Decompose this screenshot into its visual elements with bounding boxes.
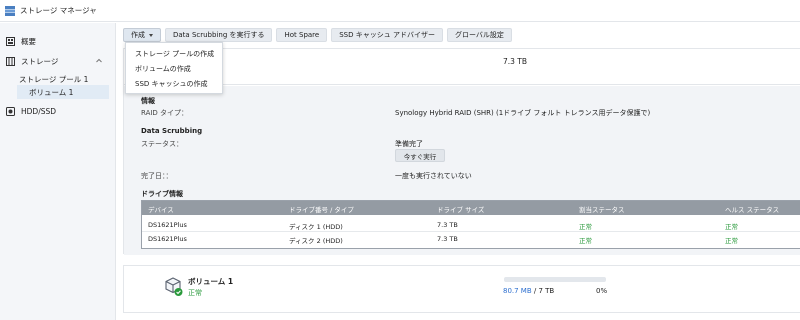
ssd-cache-advisor-button[interactable]: SSD キャッシュ アドバイザー [331,28,443,42]
details-section: 情報 RAID タイプ： Synology Hybrid RAID (SHR) … [124,86,800,255]
summary-strip: 7.3 TB [124,49,800,85]
create-dropdown-menu: ストレージ プールの作成 ボリュームの作成 SSD キャッシュの作成 [125,42,223,94]
title-bar: ストレージ マネージャ [0,0,800,22]
volume-status: 正常 [188,289,202,297]
sidebar-item-storage[interactable]: ストレージ [0,53,116,69]
sidebar-item-volume-1[interactable]: ボリューム 1 [17,85,109,99]
allocation-status-cell: 正常 [579,223,592,231]
app-title: ストレージ マネージャ [20,6,97,15]
device-cell: DS1621Plus [148,221,187,229]
column-header-drive-size[interactable]: ドライブ サイズ [437,204,484,214]
total-capacity: 7.3 TB [503,57,528,66]
allocation-status-cell: 正常 [579,237,592,245]
column-header-health-status[interactable]: ヘルス ステータス [725,204,779,214]
menu-item-create-ssd-cache[interactable]: SSD キャッシュの作成 [126,76,222,91]
volume-icon [164,276,184,298]
usage-progress-bar [504,277,606,282]
total-capacity-volume: 7 TB [538,287,555,295]
storage-detail-panel: 7.3 TB 情報 RAID タイプ： Synology Hybrid RAID… [123,48,800,255]
device-cell: DS1621Plus [148,235,187,243]
global-settings-button[interactable]: グローバル設定 [446,28,512,42]
caret-down-icon [149,33,153,37]
table-header: デバイス ドライブ番号 / タイプ ドライブ サイズ 割当ステータス ヘルス ス… [142,201,800,215]
create-button[interactable]: 作成 [123,28,161,42]
drive-info-title: ドライブ情報 [141,190,183,198]
data-scrubbing-button[interactable]: Data Scrubbing を実行する [165,28,273,42]
completed-date-value: 一度も実行されていない [395,172,472,180]
usage-percent: 0% [596,287,608,295]
scrubbing-title: Data Scrubbing [141,127,203,135]
scrub-status-label: ステータス： [141,140,183,148]
volume-card[interactable]: ボリューム 1 正常 80.7 MB / 7 TB 0% [123,265,800,313]
sidebar: 概要 ストレージ ストレージ プール 1 ボリューム 1 HDD/SSD [0,23,116,320]
column-header-drive-number[interactable]: ドライブ番号 / タイプ [289,204,354,214]
sidebar-item-label: ボリューム 1 [29,87,74,97]
sidebar-item-overview[interactable]: 概要 [0,33,116,49]
run-now-button[interactable]: 今すぐ実行 [395,149,445,162]
storage-manager-icon [4,5,16,17]
storage-icon [6,56,15,66]
sidebar-item-label: HDD/SSD [21,106,57,116]
drive-size-cell: 7.3 TB [437,235,458,243]
column-header-allocation-status[interactable]: 割当ステータス [579,204,625,214]
menu-item-create-volume[interactable]: ボリュームの作成 [126,61,222,76]
menu-item-create-storage-pool[interactable]: ストレージ プールの作成 [126,46,222,61]
drive-number-cell: ディスク 1 (HDD) [289,223,343,231]
create-button-label: 作成 [131,31,145,39]
column-header-device[interactable]: デバイス [148,204,174,214]
usage-text: 80.7 MB / 7 TB [503,287,554,295]
sidebar-item-hdd-ssd[interactable]: HDD/SSD [0,103,116,119]
drive-table: デバイス ドライブ番号 / タイプ ドライブ サイズ 割当ステータス ヘルス ス… [141,200,800,249]
drive-size-cell: 7.3 TB [437,221,458,229]
sidebar-item-label: ストレージ [21,56,59,66]
chevron-up-icon[interactable] [96,57,102,63]
raid-type-value: Synology Hybrid RAID (SHR) (1ドライブ フォルト ト… [395,109,651,117]
overview-icon [6,36,15,46]
toolbar: 作成 Data Scrubbing を実行する Hot Spare SSD キャ… [123,28,512,42]
health-status-cell: 正常 [725,237,738,245]
completed-date-label: 完了日：： [141,172,173,180]
sidebar-item-storage-pool-1[interactable]: ストレージ プール 1 [0,72,116,86]
raid-type-label: RAID タイプ： [141,109,189,117]
table-row[interactable]: DS1621Plus ディスク 1 (HDD) 7.3 TB 正常 正常 [142,218,800,232]
table-row[interactable]: DS1621Plus ディスク 2 (HDD) 7.3 TB 正常 正常 [142,232,800,246]
health-status-cell: 正常 [725,223,738,231]
used-capacity: 80.7 MB [503,287,532,295]
hot-spare-button[interactable]: Hot Spare [276,28,328,42]
sidebar-item-label: 概要 [21,36,36,46]
volume-name: ボリューム 1 [188,277,234,286]
drive-number-cell: ディスク 2 (HDD) [289,237,343,245]
info-title: 情報 [141,97,155,105]
sidebar-item-label: ストレージ プール 1 [19,74,89,84]
disk-icon [6,106,15,116]
scrub-status-value: 準備完了 [395,140,423,148]
